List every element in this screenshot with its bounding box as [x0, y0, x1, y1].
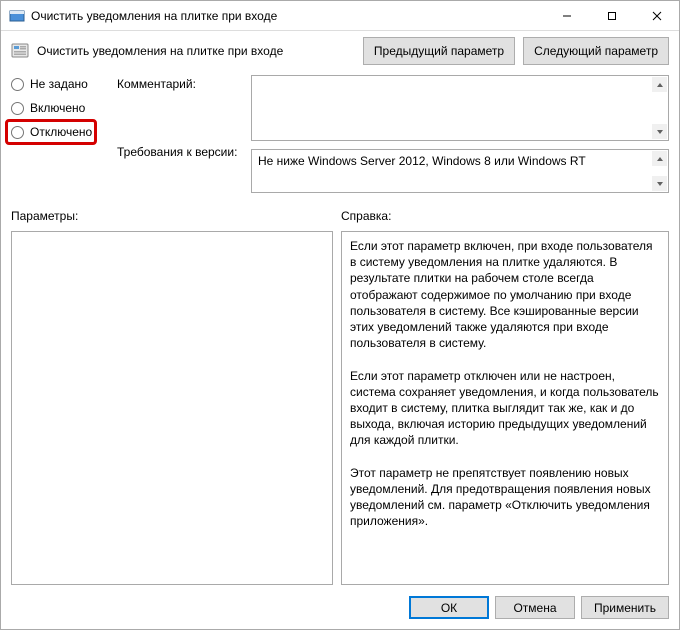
dialog-window: Очистить уведомления на плитке при входе…	[0, 0, 680, 630]
requirements-box: Не ниже Windows Server 2012, Windows 8 и…	[251, 149, 669, 193]
help-box[interactable]: Если этот параметр включен, при входе по…	[341, 231, 669, 585]
header: Очистить уведомления на плитке при входе…	[1, 31, 679, 75]
minimize-button[interactable]	[544, 1, 589, 30]
upper-section: Не задано Включено Отключено Комментарий…	[11, 75, 669, 193]
radio-not-configured[interactable]: Не задано	[11, 77, 111, 91]
comment-label: Комментарий:	[117, 77, 245, 91]
close-button[interactable]	[634, 1, 679, 30]
comment-scroll-up[interactable]	[652, 77, 667, 92]
apply-button[interactable]: Применить	[581, 596, 669, 619]
next-setting-button[interactable]: Следующий параметр	[523, 37, 669, 65]
requirements-label: Требования к версии:	[117, 145, 245, 159]
dialog-body: Не задано Включено Отключено Комментарий…	[1, 75, 679, 585]
policy-icon	[11, 42, 29, 60]
comment-scroll-down[interactable]	[652, 124, 667, 139]
help-label: Справка:	[341, 209, 669, 223]
fields: Не ниже Windows Server 2012, Windows 8 и…	[251, 75, 669, 193]
radio-enabled[interactable]: Включено	[11, 101, 111, 115]
cancel-button[interactable]: Отмена	[495, 596, 575, 619]
window-title: Очистить уведомления на плитке при входе	[31, 9, 544, 23]
requirements-scroll-down[interactable]	[652, 176, 667, 191]
maximize-button[interactable]	[589, 1, 634, 30]
radio-disabled-input[interactable]	[11, 126, 24, 139]
header-title: Очистить уведомления на плитке при входе	[37, 44, 355, 58]
mid-labels: Параметры: Справка:	[11, 209, 669, 223]
previous-setting-button[interactable]: Предыдущий параметр	[363, 37, 515, 65]
requirements-value: Не ниже Windows Server 2012, Windows 8 и…	[258, 154, 586, 168]
radio-not-configured-input[interactable]	[11, 78, 24, 91]
radio-disabled[interactable]: Отключено	[11, 125, 111, 139]
ok-button[interactable]: ОК	[409, 596, 489, 619]
parameters-box	[11, 231, 333, 585]
params-label: Параметры:	[11, 209, 341, 223]
titlebar: Очистить уведомления на плитке при входе	[1, 1, 679, 31]
radio-enabled-input[interactable]	[11, 102, 24, 115]
lower-section: Если этот параметр включен, при входе по…	[11, 231, 669, 585]
radio-enabled-label: Включено	[30, 101, 85, 115]
requirements-scroll-up[interactable]	[652, 151, 667, 166]
radio-disabled-label: Отключено	[30, 125, 92, 139]
comment-textarea[interactable]	[251, 75, 669, 141]
field-labels: Комментарий: Требования к версии:	[117, 75, 245, 193]
app-icon	[9, 8, 25, 24]
dialog-footer: ОК Отмена Применить	[1, 585, 679, 629]
radio-not-configured-label: Не задано	[30, 77, 88, 91]
state-radio-group: Не задано Включено Отключено	[11, 75, 111, 193]
window-buttons	[544, 1, 679, 30]
